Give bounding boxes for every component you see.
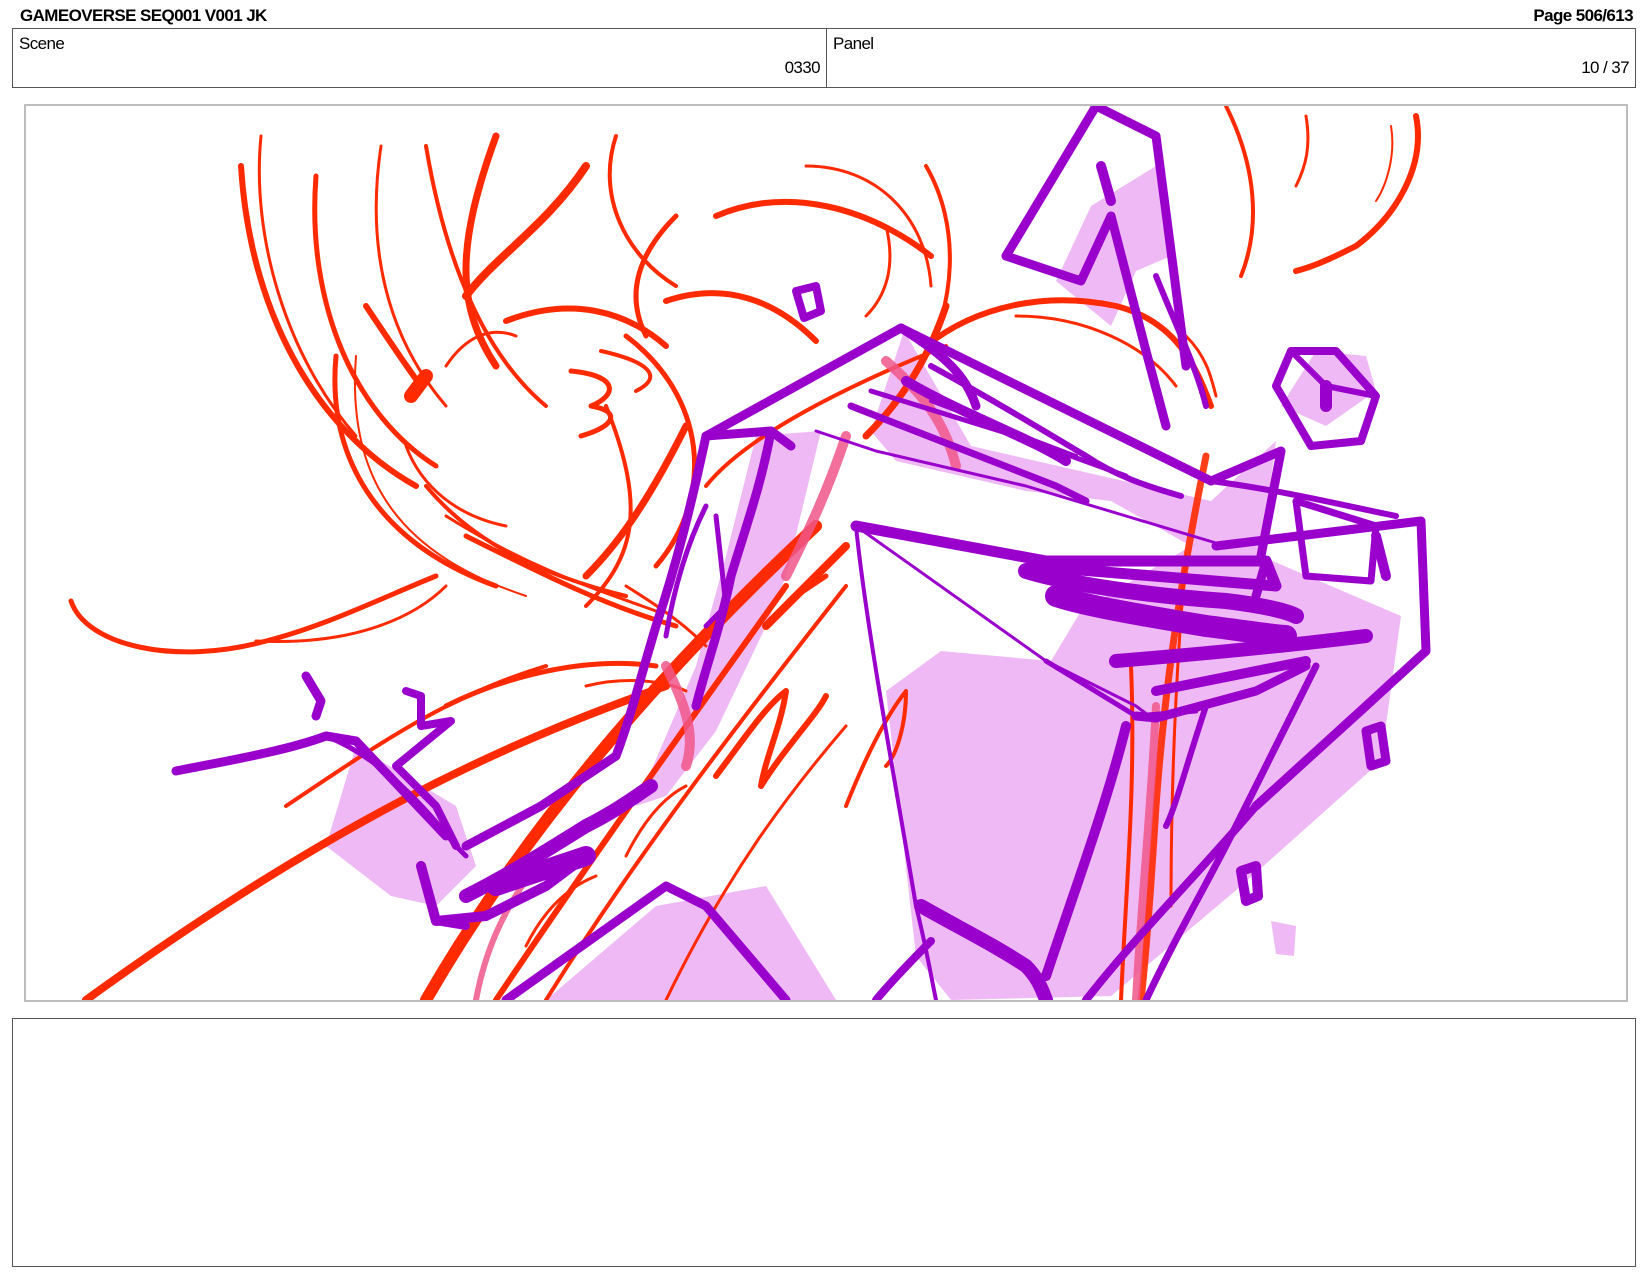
storyboard-sketch bbox=[68, 106, 1431, 1000]
scene-cell: Scene 0330 bbox=[13, 29, 827, 87]
scene-number: 0330 bbox=[784, 58, 821, 77]
info-bar: Scene 0330 Panel 10 / 37 bbox=[12, 28, 1636, 88]
panel-number: 10 / 37 bbox=[1581, 58, 1629, 77]
scene-label: Scene bbox=[19, 34, 65, 53]
panel-cell: Panel 10 / 37 bbox=[827, 29, 1635, 87]
panel-label: Panel bbox=[833, 34, 874, 53]
document-title: GAMEOVERSE SEQ001 V001 JK bbox=[20, 6, 267, 25]
storyboard-frame bbox=[24, 104, 1628, 1002]
notes-area bbox=[12, 1018, 1636, 1267]
page-number: Page 506/613 bbox=[1533, 6, 1633, 25]
